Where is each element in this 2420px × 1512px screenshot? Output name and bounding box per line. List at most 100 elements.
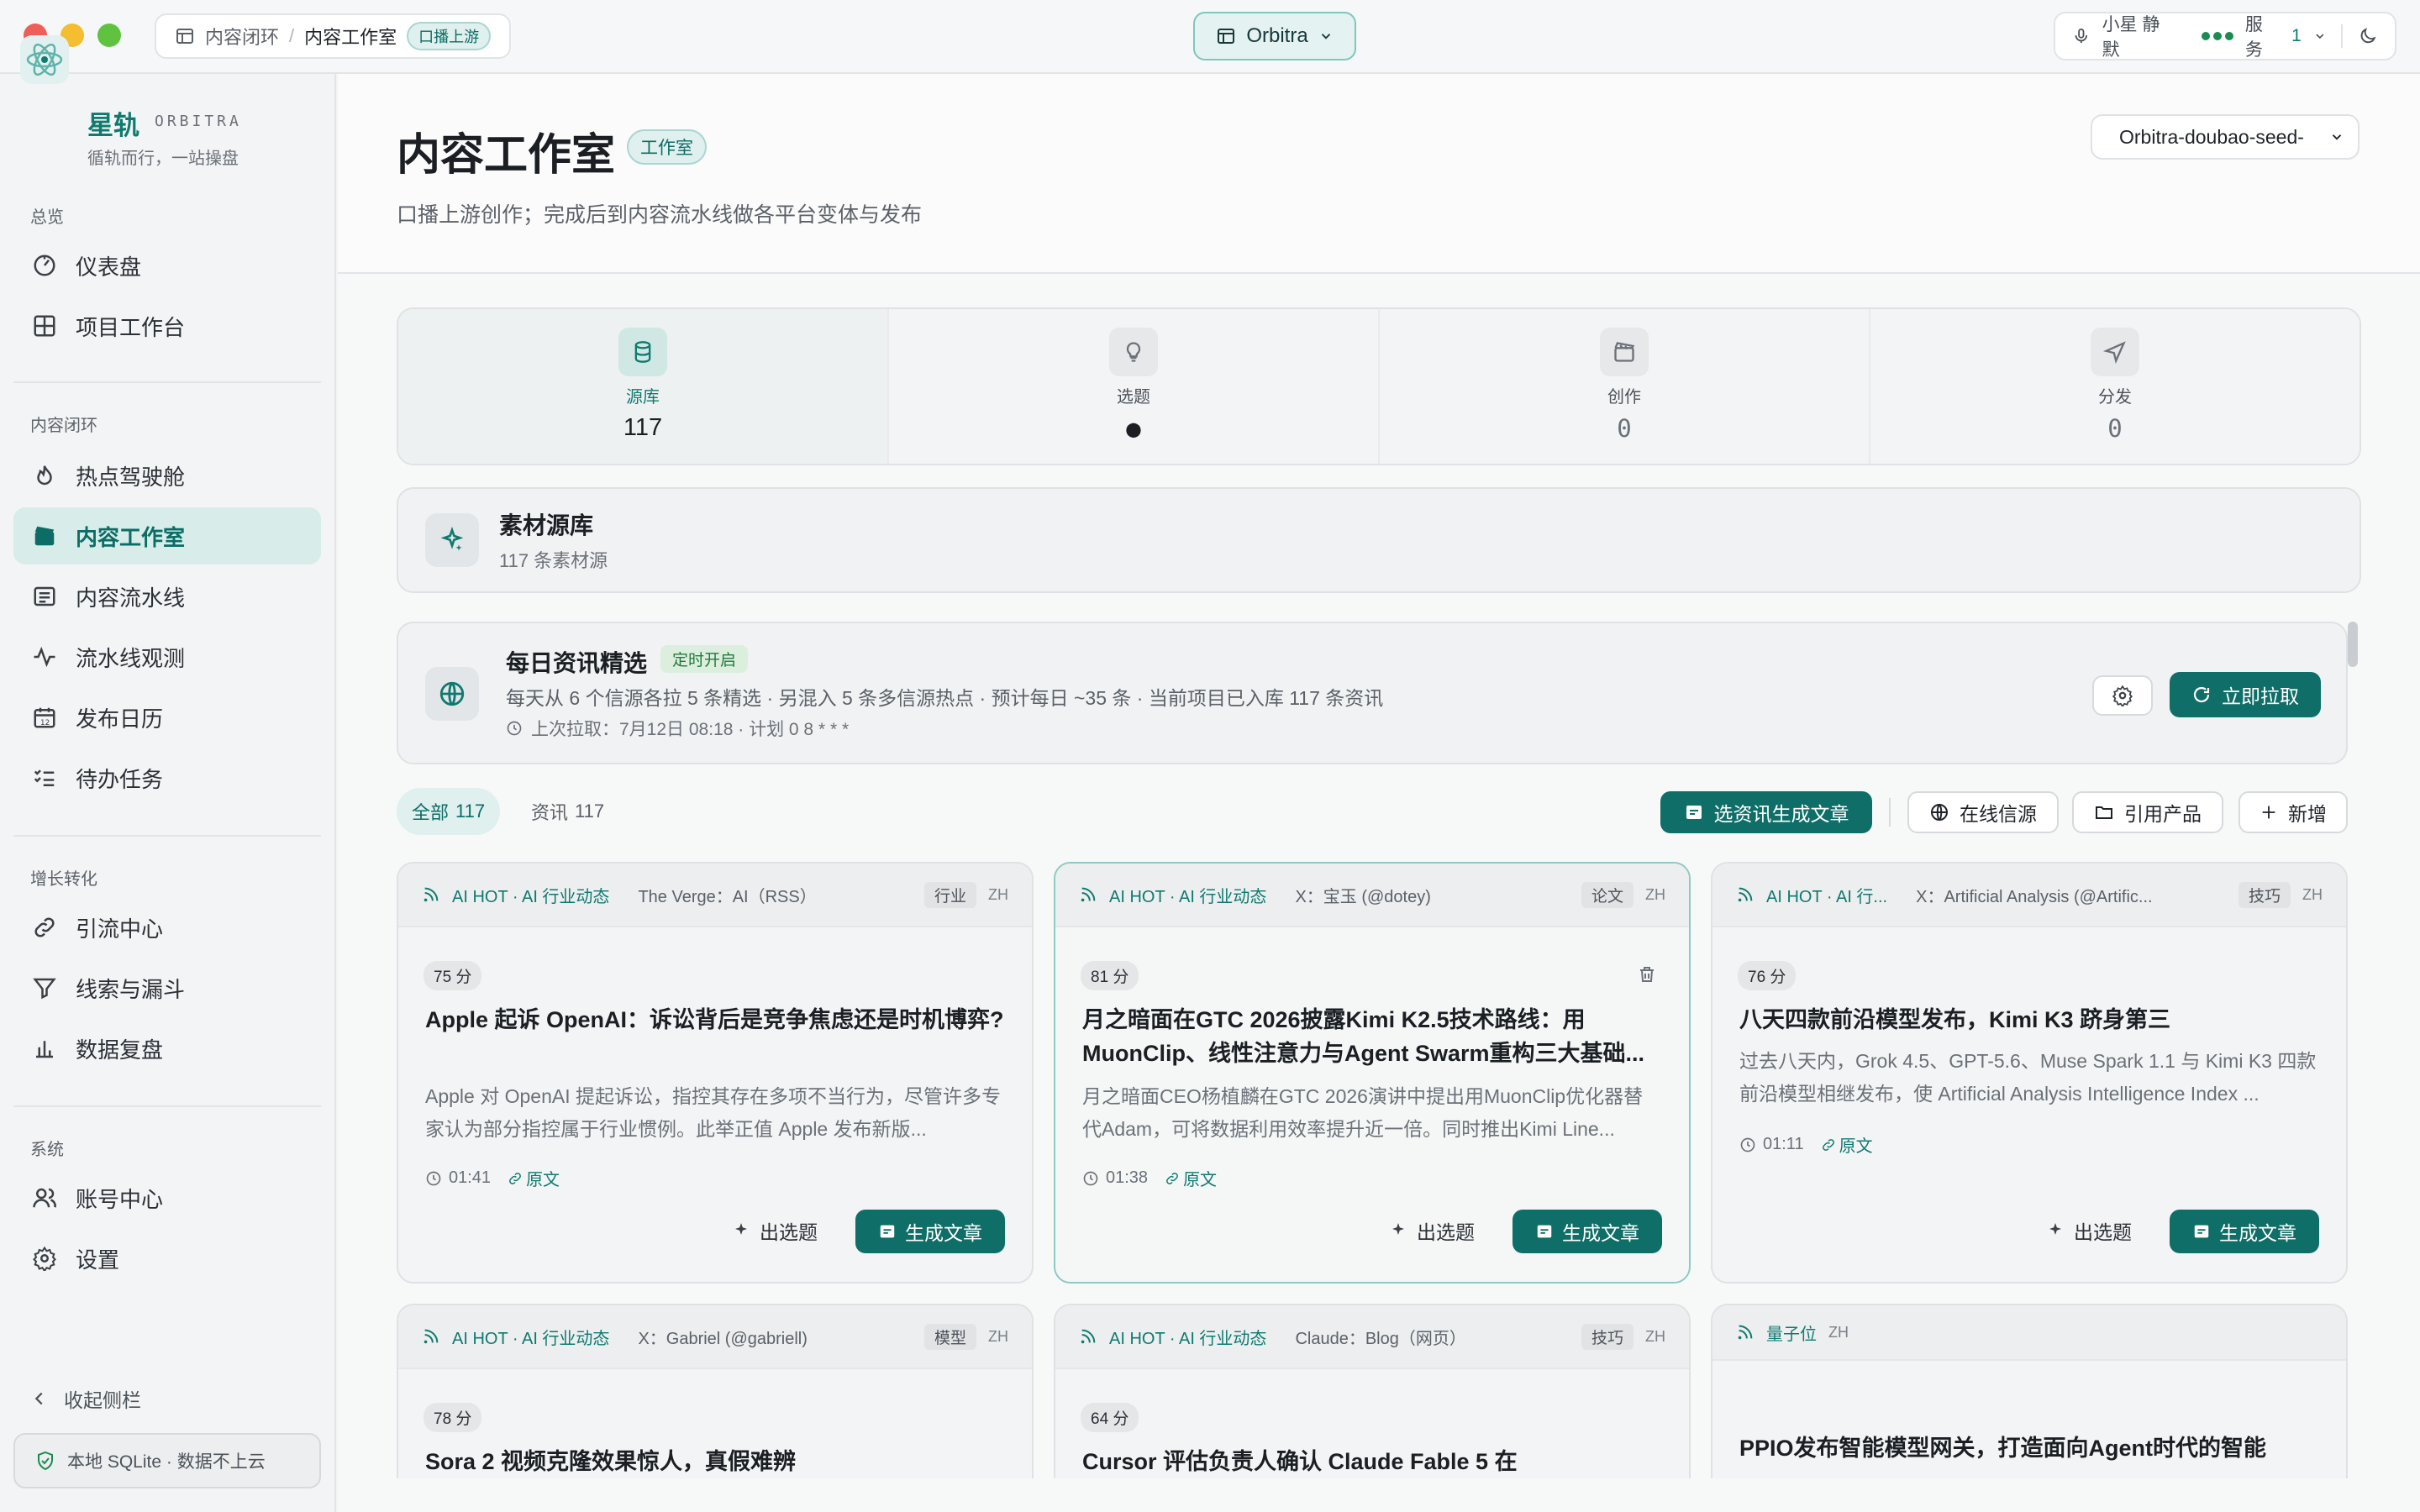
funnel-icon — [33, 978, 56, 1000]
sidebar-item-traffic[interactable]: 引流中心 — [13, 899, 321, 956]
workflow-steps: 源库 117 选题 ● 创作 0 分发 0 — [397, 307, 2361, 465]
card-link-label: 原文 — [1183, 1171, 1218, 1189]
cite-product-button[interactable]: 引用产品 — [2072, 791, 2223, 833]
card-source: AI HOT · AI 行业动态 — [452, 1329, 610, 1348]
step-source[interactable]: 源库 117 — [398, 309, 889, 464]
card-source-link[interactable]: 原文 — [1165, 1166, 1217, 1190]
filter-news-tab[interactable]: 资讯 117 — [516, 788, 619, 835]
filter-all-tab[interactable]: 全部 117 — [397, 788, 501, 835]
card-topic-button[interactable]: 出选题 — [731, 1216, 818, 1245]
microphone-icon[interactable] — [2072, 27, 2091, 45]
card-title[interactable]: Sora 2 视频克隆效果惊人，真假难辨 — [425, 1445, 1005, 1478]
card-header: AI HOT · AI 行业动态 X：宝玉 (@dotey) 论文 ZH — [1055, 864, 1689, 927]
card-source: AI HOT · AI 行业动态 — [452, 887, 610, 906]
news-card[interactable]: AI HOT · AI 行业动态 The Verge：AI（RSS） 行业 ZH… — [397, 862, 1034, 1284]
sidebar-item-data-review[interactable]: 数据复盘 — [13, 1020, 321, 1077]
breadcrumb: 内容闭环 / 内容工作室 口播上游 — [155, 13, 512, 59]
step-distribute[interactable]: 分发 0 — [1870, 309, 2360, 464]
brand-name: 星轨 — [87, 111, 139, 140]
card-header: 量子位 ZH — [1712, 1305, 2346, 1361]
step-topic[interactable]: 选题 ● — [889, 309, 1380, 464]
sidebar-item-settings[interactable]: 设置 — [13, 1230, 321, 1287]
sidebar-item-accounts[interactable]: 账号中心 — [13, 1169, 321, 1226]
globe-icon — [439, 681, 465, 706]
scroll-mask — [338, 1478, 2420, 1512]
send-icon — [2103, 341, 2126, 364]
storage-label: 本地 SQLite · 数据不上云 — [67, 1452, 266, 1472]
section-title: 总览 — [30, 208, 64, 227]
moon-icon[interactable] — [2358, 26, 2378, 46]
link-icon — [509, 1172, 521, 1184]
card-category: 论文 — [1581, 881, 1634, 908]
sidebar-item-leads-funnel[interactable]: 线索与漏斗 — [13, 959, 321, 1016]
service-count: 1 — [2291, 26, 2302, 45]
sidebar-item-project-workbench[interactable]: 项目工作台 — [13, 297, 321, 354]
sidebar-item-dashboard[interactable]: 仪表盘 — [13, 237, 321, 294]
step-value: 117 — [623, 414, 663, 441]
sidebar-item-label: 线索与漏斗 — [76, 976, 186, 1002]
sparkle-icon — [2049, 1223, 2061, 1235]
card-source-link[interactable]: 原文 — [1821, 1132, 1873, 1157]
sidebar-item-publish-calendar[interactable]: 12 发布日历 — [13, 689, 321, 746]
status-bar: 小星 静默 服务 1 — [2054, 12, 2396, 60]
link-icon — [1166, 1172, 1178, 1184]
card-generate-button[interactable]: 生成文章 — [2170, 1210, 2319, 1253]
card-title[interactable]: Cursor 评估负责人确认 Claude Fable 5 在 — [1082, 1445, 1662, 1478]
gauge-icon — [34, 255, 55, 276]
trash-icon[interactable] — [1637, 964, 1657, 984]
pull-now-button[interactable]: 立即拉取 — [2170, 672, 2321, 717]
service-dots-icon — [2201, 32, 2233, 40]
window-zoom-button[interactable] — [97, 24, 121, 47]
card-author: X：Artificial Analysis (@Artific... — [1916, 887, 2153, 906]
chevron-down-icon — [2316, 34, 2324, 39]
generate-from-news-button[interactable]: 选资讯生成文章 — [1660, 791, 1872, 833]
card-meta: 01:38 原文 — [1082, 1166, 1217, 1190]
collapse-sidebar-button[interactable]: 收起侧栏 — [30, 1384, 141, 1413]
breadcrumb-parent[interactable]: 内容闭环 — [205, 23, 279, 50]
daily-digest-card: 每日资讯精选 定时开启 每天从 6 个信源各拉 5 条精选 · 另混入 5 条多… — [397, 622, 2348, 764]
sidebar-item-todo[interactable]: 待办任务 — [13, 749, 321, 806]
card-score: 76 分 — [1738, 961, 1797, 990]
sidebar-item-label: 仪表盘 — [76, 254, 142, 280]
add-label: 新增 — [2288, 803, 2327, 825]
material-library-card[interactable]: 素材源库 117 条素材源 — [397, 487, 2361, 593]
link-icon — [1822, 1138, 1834, 1151]
card-generate-button[interactable]: 生成文章 — [855, 1210, 1005, 1253]
card-title[interactable]: Apple 起诉 OpenAI：诉讼背后是竞争焦虑还是时机博弈? — [425, 1003, 1005, 1037]
step-label: 源库 — [626, 388, 660, 407]
sidebar-item-hot-cockpit[interactable]: 热点驾驶舱 — [13, 447, 321, 504]
scrollbar-thumb[interactable] — [2348, 622, 2358, 667]
sidebar-divider — [13, 835, 321, 837]
digest-settings-button[interactable] — [2092, 675, 2153, 716]
step-label: 分发 — [2098, 388, 2132, 407]
sidebar-item-pipeline-observe[interactable]: 流水线观测 — [13, 628, 321, 685]
add-button[interactable]: 新增 — [2238, 791, 2348, 833]
card-generate-button[interactable]: 生成文章 — [1512, 1210, 1662, 1253]
card-topic-button[interactable]: 出选题 — [2045, 1216, 2132, 1245]
card-source-link[interactable]: 原文 — [508, 1166, 560, 1190]
workspace-switcher[interactable]: Orbitra — [1193, 12, 1356, 60]
card-title[interactable]: 八天四款前沿模型发布，Kimi K3 跻身第三 — [1739, 1003, 2319, 1037]
sidebar-item-content-pipeline[interactable]: 内容流水线 — [13, 568, 321, 625]
rss-icon — [424, 1329, 439, 1344]
card-score: 75 分 — [424, 961, 482, 990]
card-title[interactable]: 月之暗面在GTC 2026披露Kimi K2.5技术路线：用MuonClip、线… — [1082, 1003, 1662, 1070]
news-card[interactable]: AI HOT · AI 行... X：Artificial Analysis (… — [1711, 862, 2348, 1284]
clapper-icon — [1614, 342, 1635, 362]
sidebar-item-content-studio[interactable]: 内容工作室 — [13, 507, 321, 564]
step-create[interactable]: 创作 0 — [1380, 309, 1870, 464]
model-select[interactable]: Orbitra-doubao-seed- — [2091, 114, 2360, 160]
digest-title: 每日资讯精选 — [506, 650, 648, 676]
generate-from-news-label: 选资讯生成文章 — [1713, 803, 1849, 825]
service-label[interactable]: 服务 — [2245, 11, 2280, 61]
news-card[interactable]: AI HOT · AI 行业动态 X：宝玉 (@dotey) 论文 ZH 81 … — [1054, 862, 1691, 1284]
card-header: AI HOT · AI 行业动态 The Verge：AI（RSS） 行业 ZH — [398, 864, 1032, 927]
card-header: AI HOT · AI 行业动态 Claude：Blog（网页） 技巧 ZH — [1055, 1305, 1689, 1369]
library-title: 素材源库 — [499, 512, 594, 538]
card-topic-button[interactable]: 出选题 — [1388, 1216, 1475, 1245]
card-title[interactable]: PPIO发布智能模型网关，打造面向Agent时代的智能 — [1739, 1431, 2319, 1465]
card-time: 01:11 — [1763, 1135, 1804, 1153]
card-author: X：宝玉 (@dotey) — [1295, 887, 1431, 906]
card-language: ZH — [1645, 885, 1665, 903]
online-sources-button[interactable]: 在线信源 — [1907, 791, 2059, 833]
